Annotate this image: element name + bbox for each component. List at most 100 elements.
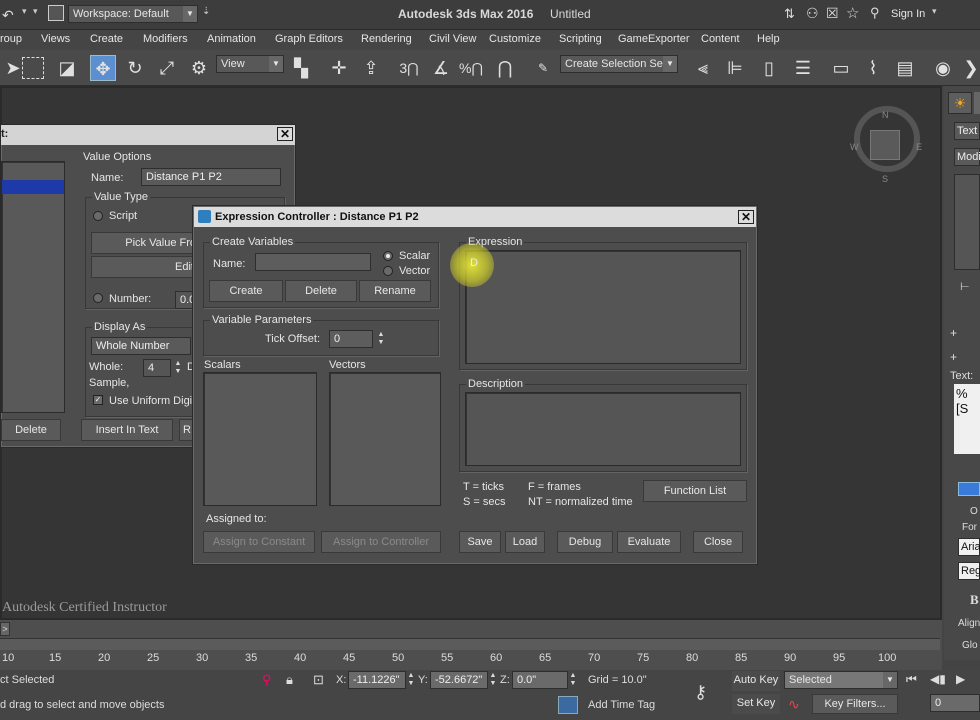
- scene-explorer-icon[interactable]: ☰: [790, 55, 816, 81]
- function-list-button[interactable]: Function List: [643, 480, 747, 502]
- material-editor-icon[interactable]: ◉: [930, 55, 956, 81]
- menu-group[interactable]: roup: [0, 33, 22, 45]
- variable-list[interactable]: [1, 161, 65, 413]
- vectors-list[interactable]: [329, 372, 441, 506]
- current-frame-field[interactable]: 0: [930, 694, 980, 712]
- assign-to-controller-button[interactable]: Assign to Controller: [321, 531, 441, 553]
- expand-plus-icon[interactable]: +: [950, 350, 957, 364]
- sign-in-arrow-icon[interactable]: ▾: [932, 6, 937, 17]
- isolate-pin-icon[interactable]: ⚲: [262, 672, 272, 688]
- window-crossing-icon[interactable]: ◪: [54, 55, 80, 81]
- sign-in-link[interactable]: Sign In: [891, 8, 925, 20]
- viewcube[interactable]: [870, 130, 900, 160]
- menu-civil-view[interactable]: Civil View: [429, 33, 476, 45]
- goto-start-icon[interactable]: ⏮: [906, 672, 917, 687]
- dropdown-arrow-icon[interactable]: ▾: [22, 6, 27, 17]
- description-textarea[interactable]: [465, 392, 741, 466]
- chevron-down-icon[interactable]: ▾: [33, 6, 38, 17]
- font-style-dropdown[interactable]: Reg: [958, 562, 980, 580]
- x-spinner-icon[interactable]: ▲ ▼: [406, 672, 416, 688]
- tick-offset-spinner-icon[interactable]: ▲ ▼: [376, 331, 386, 347]
- variable-name-input[interactable]: [255, 253, 371, 271]
- script-radio[interactable]: [93, 211, 103, 221]
- menu-help[interactable]: Help: [757, 33, 780, 45]
- align-icon[interactable]: ⊫: [722, 55, 748, 81]
- render-setup-icon[interactable]: ❯: [958, 55, 980, 81]
- rect-select-icon[interactable]: [22, 57, 44, 79]
- close-icon[interactable]: ✕: [277, 127, 293, 141]
- y-coordinate-field[interactable]: -52.6672": [430, 671, 488, 689]
- assign-to-constant-button[interactable]: Assign to Constant: [203, 531, 315, 553]
- whole-field[interactable]: 4: [143, 359, 171, 377]
- binoculars-icon[interactable]: ⇅: [784, 6, 795, 22]
- pin-stack-icon[interactable]: ⊢: [960, 280, 970, 293]
- menu-rendering[interactable]: Rendering: [361, 33, 412, 45]
- close-icon[interactable]: ✕: [738, 210, 754, 224]
- select-move-icon[interactable]: ✥: [90, 55, 116, 81]
- display-as-dropdown[interactable]: Whole Number: [91, 337, 191, 355]
- uniform-digits-checkbox[interactable]: ✓: [93, 395, 103, 405]
- community-icon[interactable]: ⚇: [806, 5, 819, 22]
- key-filters-button[interactable]: Key Filters...: [812, 694, 898, 714]
- time-slider-arrow[interactable]: >: [0, 622, 10, 636]
- load-button[interactable]: Load: [505, 531, 545, 553]
- menu-content[interactable]: Content: [701, 33, 740, 45]
- x-coordinate-field[interactable]: -11.1226": [348, 671, 406, 689]
- key-icon[interactable]: ⚷: [694, 682, 707, 703]
- angle-snap-icon[interactable]: ∡: [428, 55, 454, 81]
- bold-button[interactable]: B: [970, 592, 979, 608]
- name-field[interactable]: Distance P1 P2: [141, 168, 281, 186]
- time-tag-icon[interactable]: [558, 696, 578, 714]
- font-dropdown[interactable]: Aria: [958, 538, 980, 556]
- edit-button[interactable]: Edit: [91, 256, 199, 278]
- undo-icon[interactable]: ↶: [2, 7, 14, 24]
- exchange-icon[interactable]: ☒: [826, 5, 839, 22]
- panel-tab[interactable]: [974, 92, 980, 114]
- close-button[interactable]: Close: [693, 531, 743, 553]
- track-bar[interactable]: [0, 638, 940, 650]
- save-button[interactable]: Save: [459, 531, 501, 553]
- percent-snap-icon[interactable]: %⋂: [458, 55, 484, 81]
- debug-button[interactable]: Debug: [557, 531, 613, 553]
- text-area[interactable]: %[S: [954, 384, 980, 454]
- text-field[interactable]: Text: [954, 122, 980, 140]
- favorites-star-icon[interactable]: ☆: [846, 4, 859, 22]
- keyboard-shortcut-icon[interactable]: ⇪: [358, 55, 384, 81]
- lock-icon[interactable]: 🔒︎: [286, 672, 293, 688]
- edit-named-sel-icon[interactable]: ✎: [530, 55, 556, 81]
- pick-value-button[interactable]: Pick Value Fro: [91, 232, 199, 254]
- menu-create[interactable]: Create: [90, 33, 123, 45]
- tick-offset-input[interactable]: 0: [329, 330, 373, 348]
- place-icon[interactable]: ⚙: [186, 55, 212, 81]
- number-radio[interactable]: [93, 293, 103, 303]
- vector-radio[interactable]: [383, 266, 393, 276]
- auto-key-button[interactable]: Auto Key: [732, 671, 780, 691]
- menu-customize[interactable]: Customize: [489, 33, 541, 45]
- pivot-icon[interactable]: ▚: [288, 55, 314, 81]
- menu-animation[interactable]: Animation: [207, 33, 256, 45]
- select-manipulate-icon[interactable]: ✛: [326, 55, 352, 81]
- delete-variable-button[interactable]: Delete: [285, 280, 357, 302]
- layer-manager-icon[interactable]: ▯: [756, 55, 782, 81]
- menu-views[interactable]: Views: [41, 33, 70, 45]
- timeline[interactable]: > 10 15 20 25 30 35 40 45 50 55 60 65 70…: [0, 620, 942, 670]
- scale-icon[interactable]: ⤢: [154, 55, 180, 81]
- mirror-icon[interactable]: ⫷: [690, 55, 716, 81]
- menu-gameexporter[interactable]: GameExporter: [618, 33, 690, 45]
- scalar-radio[interactable]: [383, 251, 393, 261]
- absolute-mode-icon[interactable]: ⊡: [313, 672, 324, 688]
- snap-3d-icon[interactable]: 3⋂: [396, 55, 422, 81]
- menu-graph-editors[interactable]: Graph Editors: [275, 33, 343, 45]
- menu-scripting[interactable]: Scripting: [559, 33, 602, 45]
- workspace-dropdown[interactable]: Workspace: Default ▼: [68, 5, 198, 23]
- curve-editor-icon[interactable]: ⌇: [860, 55, 886, 81]
- modifier-stack[interactable]: [954, 174, 980, 270]
- z-coordinate-field[interactable]: 0.0": [512, 671, 568, 689]
- add-time-tag[interactable]: Add Time Tag: [588, 699, 655, 711]
- rotate-icon[interactable]: ↻: [122, 55, 148, 81]
- menu-modifiers[interactable]: Modifiers: [143, 33, 188, 45]
- key-mode-dropdown[interactable]: Selected ▼: [784, 671, 898, 689]
- expand-plus-icon[interactable]: +: [950, 326, 957, 340]
- rename-button[interactable]: Rename: [359, 280, 431, 302]
- create-button[interactable]: Create: [209, 280, 283, 302]
